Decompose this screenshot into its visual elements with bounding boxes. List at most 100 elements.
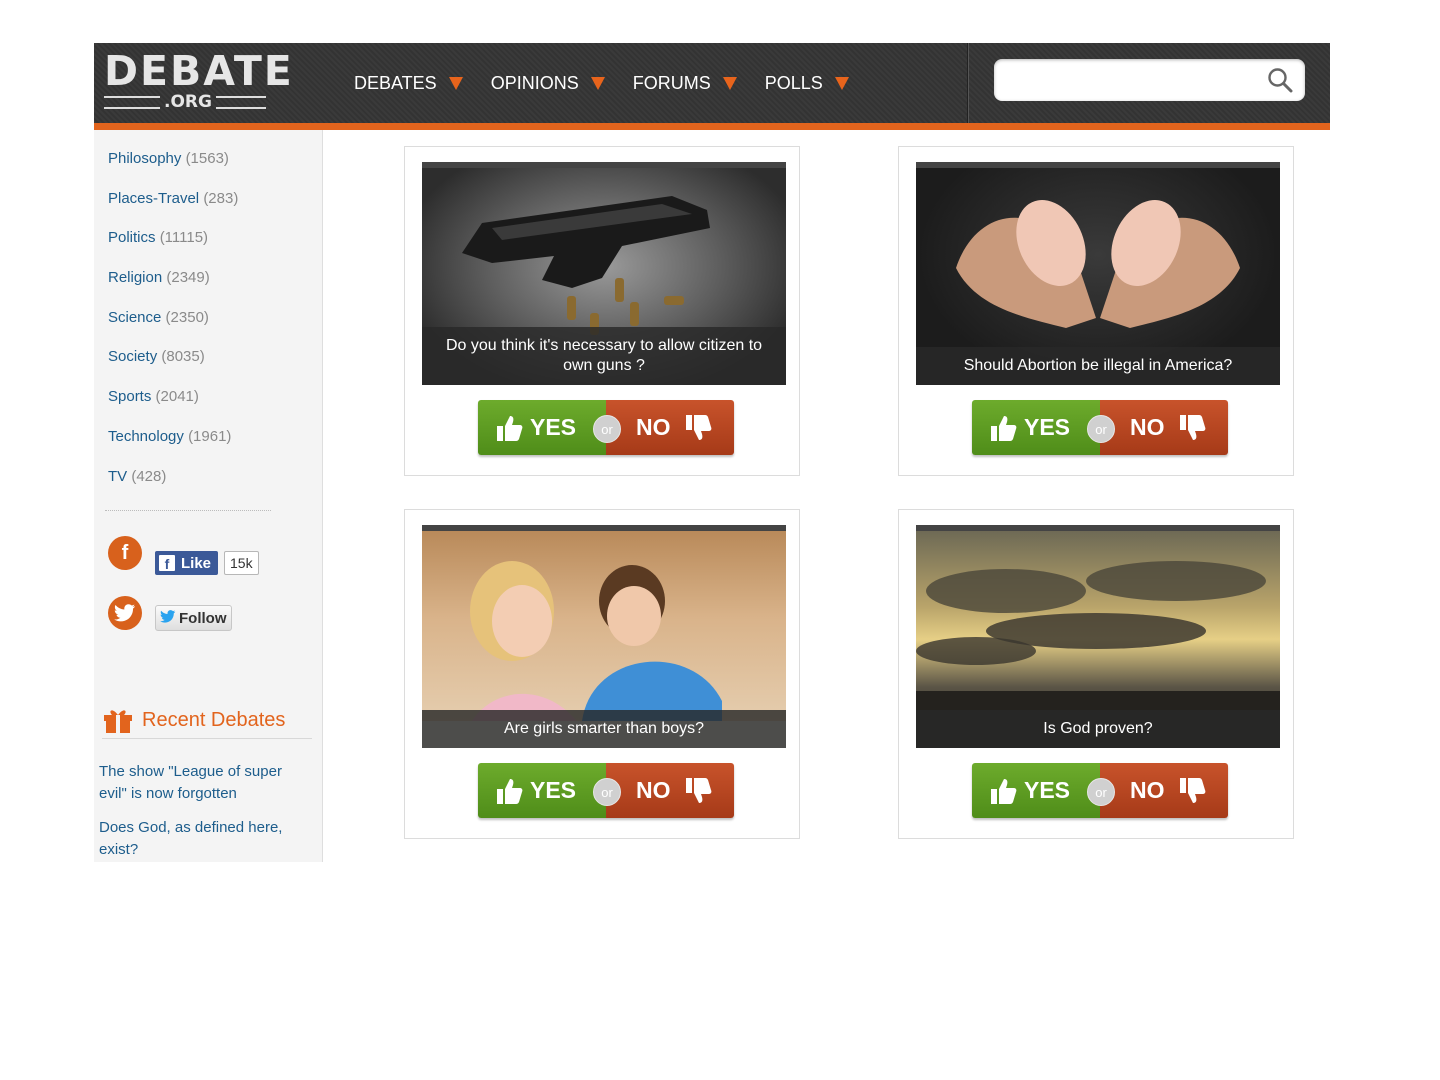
vote-no-label: NO — [1130, 414, 1165, 440]
vote-yes-label: YES — [1024, 414, 1071, 440]
header-accent-bar — [94, 123, 1330, 130]
handgun-photo[interactable]: Do you think it's necessary to allow cit… — [422, 162, 786, 385]
nav-item-polls[interactable]: POLLS — [765, 73, 849, 94]
site-logo[interactable]: DEBATE .ORG — [104, 47, 294, 115]
twitter-bird-icon — [114, 604, 135, 622]
category-name: Religion — [108, 269, 163, 287]
triangle-down-icon — [722, 76, 737, 90]
nav-label: DEBATES — [354, 72, 437, 93]
triangle-down-icon — [448, 76, 463, 90]
vote-buttons: YES or NO — [478, 763, 734, 818]
category-count: (8035) — [161, 348, 205, 366]
category-item-politics[interactable]: Politics (11115) — [108, 229, 238, 269]
logo-text: DEBATE — [104, 47, 294, 95]
category-count: (2041) — [155, 388, 199, 406]
category-count: (2349) — [166, 269, 210, 287]
category-name: Society — [108, 348, 158, 366]
thumbs-down-icon — [685, 777, 711, 803]
category-count: (2350) — [165, 308, 209, 326]
facebook-icon[interactable]: f — [108, 536, 142, 570]
poll-question: Is God proven? — [916, 710, 1280, 748]
logo-subtext: .ORG — [164, 92, 212, 112]
thumbs-down-icon — [685, 414, 711, 440]
vote-buttons: YES or NO — [478, 400, 734, 455]
search-icon[interactable] — [1267, 67, 1293, 93]
category-item-science[interactable]: Science (2350) — [108, 309, 238, 349]
nav-label: OPINIONS — [490, 72, 579, 93]
poll-question: Should Abortion be illegal in America? — [916, 347, 1280, 385]
category-name: Places-Travel — [108, 189, 200, 207]
vote-yes-button[interactable]: YES — [972, 763, 1100, 818]
category-name: Science — [108, 308, 162, 326]
search-box — [994, 59, 1305, 101]
thumbs-up-icon — [991, 778, 1017, 804]
vote-no-button[interactable]: NO — [1100, 400, 1228, 455]
category-count: (1961) — [188, 427, 232, 445]
category-item-places-travel[interactable]: Places-Travel (283) — [108, 190, 238, 230]
facebook-like-button[interactable]: f Like — [155, 551, 219, 575]
category-item-technology[interactable]: Technology (1961) — [108, 428, 238, 468]
nav-item-forums[interactable]: FORUMS — [633, 73, 737, 94]
thumbs-up-icon — [991, 415, 1017, 441]
nav-item-opinions[interactable]: OPINIONS — [491, 73, 605, 94]
recent-debate-link[interactable]: Does God, as defined here, exist? — [99, 817, 309, 861]
baby-feet-photo[interactable]: Should Abortion be illegal in America? — [916, 162, 1280, 385]
page-frame: DEBATE .ORG DEBATES OPINIONS FORUMS POLL… — [94, 43, 1330, 862]
or-badge: or — [593, 778, 621, 806]
category-name: Politics — [108, 229, 156, 247]
children-photo[interactable]: Are girls smarter than boys? — [422, 525, 786, 748]
or-badge: or — [1087, 778, 1115, 806]
thumbs-up-icon — [497, 778, 523, 804]
category-item-sports[interactable]: Sports (2041) — [108, 388, 238, 428]
nav-label: FORUMS — [632, 72, 711, 93]
vote-yes-button[interactable]: YES — [478, 763, 606, 818]
follow-label: Follow — [179, 609, 227, 627]
like-count: 15k — [224, 551, 259, 575]
vote-yes-label: YES — [530, 777, 577, 803]
logo-lines-right — [215, 95, 266, 109]
category-name: Sports — [108, 388, 152, 406]
search-input[interactable] — [1004, 65, 1258, 97]
facebook-like-widget: f Like 15k — [155, 551, 259, 575]
or-badge: or — [593, 415, 621, 443]
vote-yes-label: YES — [530, 414, 577, 440]
vote-yes-button[interactable]: YES — [972, 400, 1100, 455]
thumbs-up-icon — [497, 415, 523, 441]
vote-no-label: NO — [1130, 777, 1165, 803]
recent-debates-title: Recent Debates — [142, 708, 286, 731]
vote-buttons: YES or NO — [972, 400, 1228, 455]
vote-buttons: YES or NO — [972, 763, 1228, 818]
poll-card: Do you think it's necessary to allow cit… — [404, 146, 800, 476]
recent-debates-list: The show "League of super evil" is now f… — [99, 761, 309, 873]
category-item-tv[interactable]: TV (428) — [108, 468, 238, 508]
category-item-religion[interactable]: Religion (2349) — [108, 269, 238, 309]
category-item-philosophy[interactable]: Philosophy (1563) — [108, 150, 238, 190]
header-divider — [967, 43, 968, 123]
category-list: Philosophy (1563) Places-Travel (283) Po… — [108, 150, 238, 507]
triangle-down-icon — [834, 76, 849, 90]
facebook-glyph: f — [121, 541, 129, 564]
sky-photo[interactable]: Is God proven? — [916, 525, 1280, 748]
vote-yes-label: YES — [1024, 777, 1071, 803]
vote-yes-button[interactable]: YES — [478, 400, 606, 455]
category-name: Technology — [108, 427, 184, 445]
vote-no-label: NO — [636, 777, 671, 803]
nav-item-debates[interactable]: DEBATES — [354, 73, 463, 94]
vote-no-button[interactable]: NO — [606, 400, 734, 455]
logo-lines-left — [104, 95, 160, 109]
nav-label: POLLS — [764, 72, 823, 93]
vote-no-button[interactable]: NO — [606, 763, 734, 818]
twitter-follow-button[interactable]: Follow — [155, 605, 232, 631]
category-item-society[interactable]: Society (8035) — [108, 348, 238, 388]
vote-no-button[interactable]: NO — [1100, 763, 1228, 818]
or-badge: or — [1087, 415, 1115, 443]
thumbs-down-icon — [1179, 777, 1205, 803]
category-name: TV — [108, 467, 128, 485]
logo-sub-row: .ORG — [104, 92, 284, 112]
recent-debate-link[interactable]: The show "League of super evil" is now f… — [99, 761, 309, 805]
category-count: (428) — [131, 467, 167, 485]
twitter-icon[interactable] — [108, 596, 142, 630]
category-count: (1563) — [185, 150, 229, 167]
thumbs-down-icon — [1179, 414, 1205, 440]
twitter-bird-icon — [160, 610, 176, 626]
